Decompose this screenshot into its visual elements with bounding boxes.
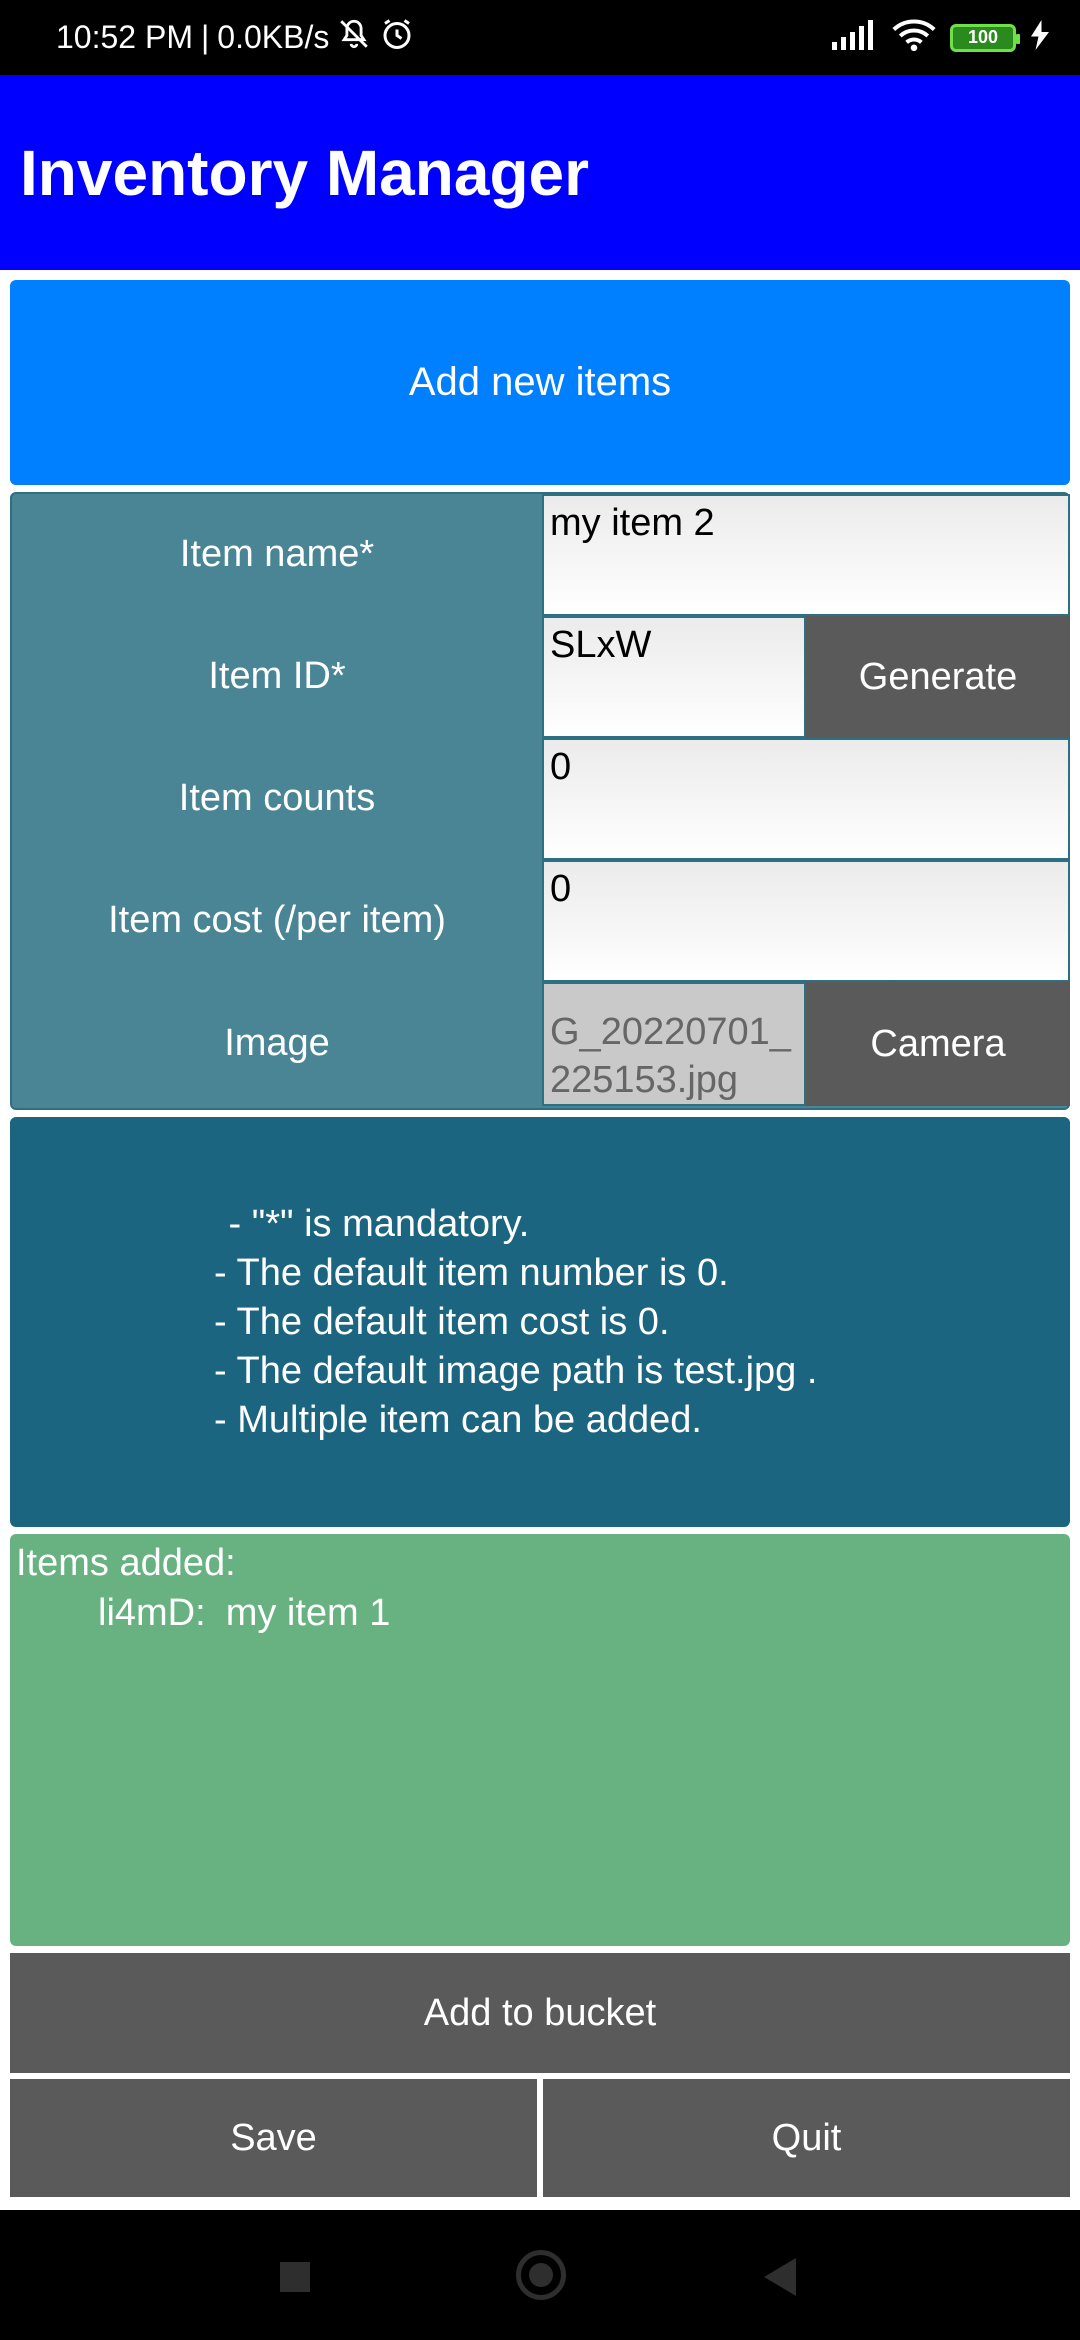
signal-icon xyxy=(830,20,878,55)
image-path-line-1: G_20220701_ xyxy=(550,1011,791,1053)
items-added-panel: Items added: li4mD: my item 1 xyxy=(10,1534,1070,1946)
item-name-input[interactable]: my item 2 xyxy=(542,494,1070,616)
added-item-name: my item 1 xyxy=(225,1592,391,1634)
status-separator: | xyxy=(200,19,210,55)
item-form: Item name* my item 2 Item ID* SLxW Gener… xyxy=(10,492,1070,1110)
item-name-label: Item name* xyxy=(179,532,375,575)
note-line: - "*" is mandatory. xyxy=(218,1203,530,1245)
add-new-items-label: Add new items xyxy=(408,360,672,404)
note-line: - The default image path is test.jpg . xyxy=(214,1350,818,1392)
save-button[interactable]: Save xyxy=(10,2079,537,2197)
status-right: 100 xyxy=(830,0,1050,75)
status-bar: 10:52 PM | 0.0KB/s 100 xyxy=(0,0,1080,75)
back-icon[interactable] xyxy=(764,2258,796,2296)
note-line: - The default item number is 0. xyxy=(214,1252,729,1294)
item-cost-input[interactable]: 0 xyxy=(542,860,1070,982)
item-id-label: Item ID* xyxy=(208,654,346,697)
note-line: - The default item cost is 0. xyxy=(214,1301,670,1343)
item-id-input[interactable]: SLxW xyxy=(542,616,806,738)
wifi-icon xyxy=(892,18,936,57)
bell-off-icon xyxy=(337,17,371,59)
app-title: Inventory Manager xyxy=(20,136,590,209)
quit-button[interactable]: Quit xyxy=(543,2079,1070,2197)
charging-icon xyxy=(1030,20,1050,55)
status-time: 10:52 PM xyxy=(56,19,193,55)
note-line: - Multiple item can be added. xyxy=(214,1399,702,1441)
app-bar: Inventory Manager xyxy=(0,75,1080,270)
recents-icon[interactable] xyxy=(280,2262,310,2292)
items-added-title: Items added: xyxy=(16,1542,236,1584)
alarm-icon xyxy=(379,16,415,60)
status-left: 10:52 PM | 0.0KB/s xyxy=(56,0,415,75)
home-icon[interactable] xyxy=(516,2250,566,2300)
added-item-id: li4mD: xyxy=(98,1592,206,1634)
notes-panel: - "*" is mandatory. - The default item n… xyxy=(10,1117,1070,1527)
image-path-field[interactable]: G_20220701_ 225153.jpg xyxy=(542,982,806,1106)
item-cost-label: Item cost (/per item) xyxy=(108,898,446,941)
status-net-speed: 0.0KB/s xyxy=(217,19,330,55)
image-path-line-2: 225153.jpg xyxy=(550,1059,739,1101)
item-counts-label: Item counts xyxy=(178,776,376,819)
add-new-items-header: Add new items xyxy=(10,280,1070,485)
item-counts-input[interactable]: 0 xyxy=(542,738,1070,860)
battery-level: 100 xyxy=(967,27,999,47)
image-label: Image xyxy=(224,1021,330,1064)
list-item: li4mD: my item 1 xyxy=(98,1592,390,1635)
add-to-bucket-button[interactable]: Add to bucket xyxy=(10,1953,1070,2073)
camera-button[interactable]: Camera xyxy=(806,982,1070,1106)
generate-button[interactable]: Generate xyxy=(806,616,1070,738)
battery-icon: 100 xyxy=(950,23,1020,52)
